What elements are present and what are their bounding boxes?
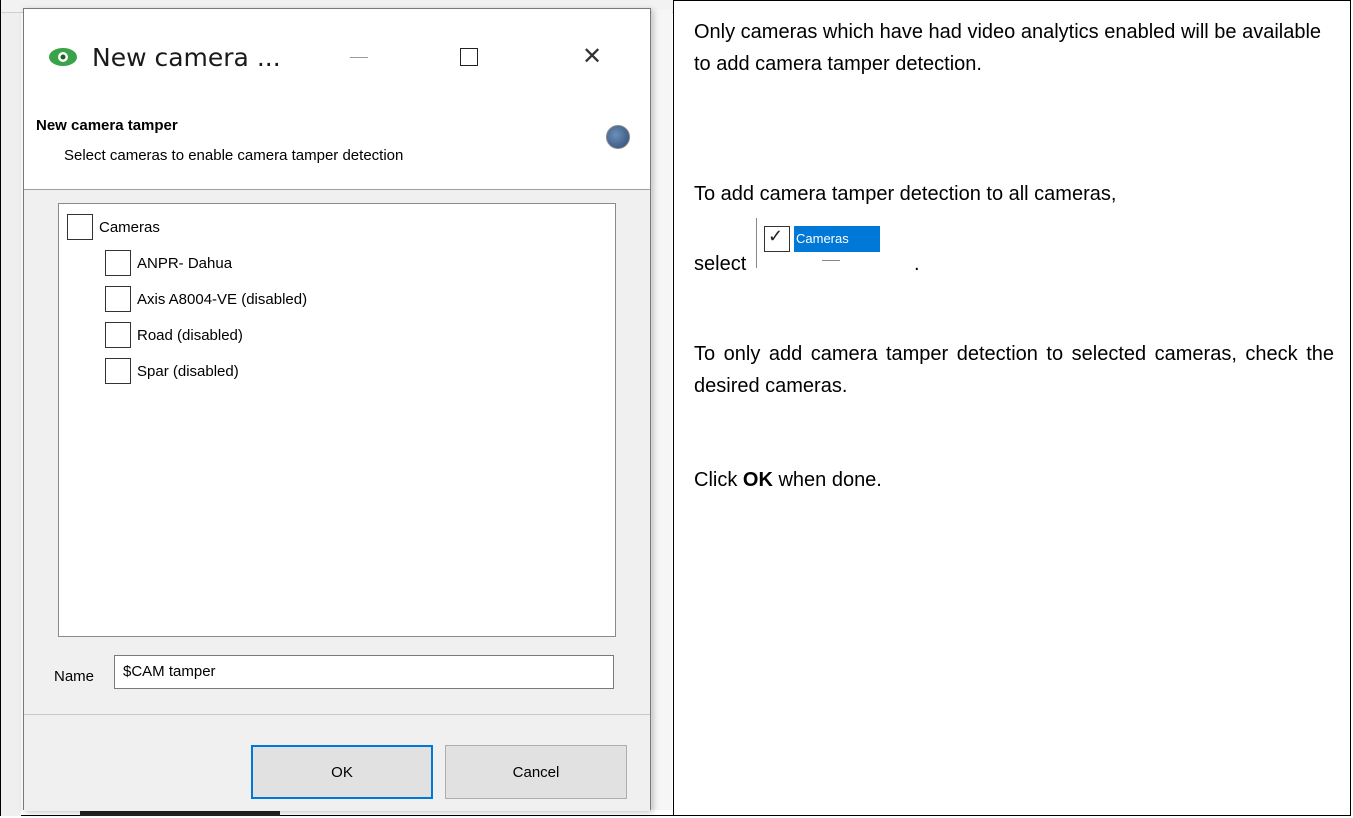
cameras-label: Cameras <box>794 226 880 252</box>
header-title: New camera tamper <box>36 117 178 134</box>
checkbox[interactable] <box>105 250 131 276</box>
tree-item-label: Cameras <box>99 218 160 236</box>
background-screenshot <box>1 0 21 816</box>
dialog-header: New camera tamper Select cameras to enab… <box>24 89 650 190</box>
tree-root-cameras[interactable]: Cameras <box>67 212 160 242</box>
minimize-icon <box>350 57 368 58</box>
tree-item-label: ANPR- Dahua <box>137 254 233 272</box>
cancel-button[interactable]: Cancel <box>445 745 627 799</box>
tree-item-road[interactable]: Road (disabled) <box>105 320 243 350</box>
maximize-button[interactable] <box>448 39 488 75</box>
tree-item-axis-a8004[interactable]: Axis A8004-VE (disabled) <box>105 284 307 314</box>
dialog-footer: OK Cancel <box>24 714 650 811</box>
image-edge <box>756 218 757 268</box>
instruction-paragraph: To add camera tamper detection to all ca… <box>694 183 1117 205</box>
camera-icon <box>606 125 630 149</box>
instruction-text: when done. <box>772 469 882 491</box>
tree-item-spar[interactable]: Spar (disabled) <box>105 356 239 386</box>
header-subtitle: Select cameras to enable camera tamper d… <box>64 147 404 164</box>
table-divider <box>673 0 674 816</box>
tree-item-anpr-dahua[interactable]: ANPR- Dahua <box>105 248 232 278</box>
instruction-paragraph: Only cameras which have had video analyt… <box>694 21 1322 75</box>
minimize-button[interactable] <box>340 39 380 75</box>
checkbox[interactable] <box>105 358 131 384</box>
inline-cameras-checkbox-image: ✓ Cameras <box>756 218 906 270</box>
image-edge <box>822 260 840 261</box>
background-screenshot-right <box>652 10 672 810</box>
checkmark-icon: ✓ <box>768 226 784 246</box>
close-button[interactable]: ✕ <box>572 39 612 75</box>
tree-item-label: Road (disabled) <box>137 326 243 344</box>
instruction-paragraph: Click OK when done. <box>694 464 1334 496</box>
ok-button[interactable]: OK <box>251 745 433 799</box>
checkbox[interactable] <box>105 286 131 312</box>
camera-tree: Cameras ANPR- Dahua Axis A8004-VE (disab… <box>58 203 616 637</box>
maximize-icon <box>460 48 478 66</box>
name-label: Name <box>54 668 95 685</box>
ok-bold-text: OK <box>742 469 773 491</box>
checkbox[interactable] <box>105 322 131 348</box>
name-field[interactable]: $CAM tamper <box>114 655 614 689</box>
period-text: . <box>914 253 920 275</box>
select-text: select <box>694 253 747 275</box>
new-camera-tamper-dialog: New camera ... ✕ New camera tamper Selec… <box>23 8 651 811</box>
tree-item-label: Axis A8004-VE (disabled) <box>137 290 308 308</box>
tree-item-label: Spar (disabled) <box>137 362 239 380</box>
instruction-paragraph: To only add camera tamper detection to s… <box>694 343 1334 397</box>
checkbox[interactable] <box>67 214 93 240</box>
instruction-text: Click <box>694 469 743 491</box>
window-title: New camera ... <box>92 43 281 72</box>
title-bar: New camera ... ✕ <box>24 9 650 89</box>
close-icon: ✕ <box>581 43 603 70</box>
eye-icon <box>49 48 77 66</box>
